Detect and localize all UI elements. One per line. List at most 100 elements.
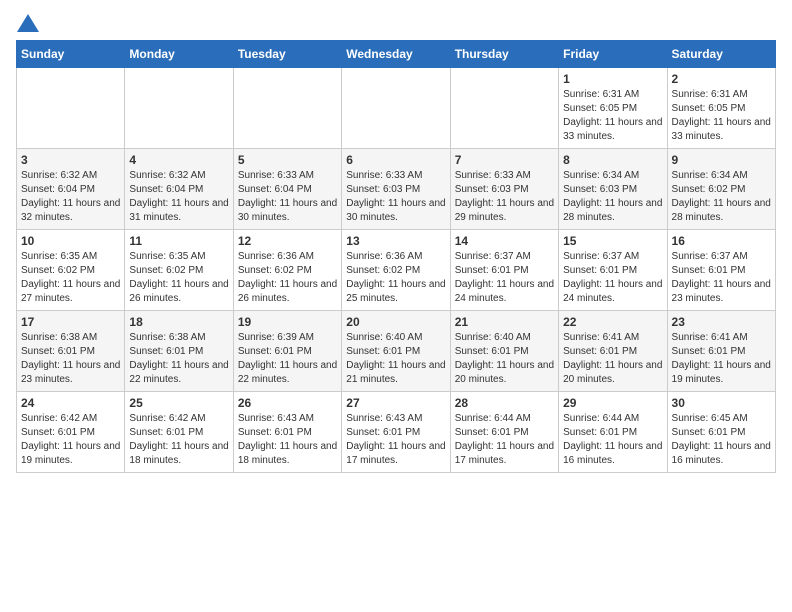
calendar-week-row: 3 Sunrise: 6:32 AM Sunset: 6:04 PM Daylig… (17, 149, 776, 230)
empty-day-cell (233, 68, 341, 149)
calendar-table: SundayMondayTuesdayWednesdayThursdayFrid… (16, 40, 776, 473)
day-number: 2 (672, 72, 771, 86)
day-info: Sunrise: 6:38 AM Sunset: 6:01 PM Dayligh… (21, 331, 120, 387)
day-info: Sunrise: 6:39 AM Sunset: 6:01 PM Dayligh… (238, 331, 337, 387)
day-info: Sunrise: 6:35 AM Sunset: 6:02 PM Dayligh… (129, 250, 228, 306)
calendar-day-cell: 26 Sunrise: 6:43 AM Sunset: 6:01 PM Dayli… (233, 392, 341, 473)
day-info: Sunrise: 6:33 AM Sunset: 6:03 PM Dayligh… (346, 169, 445, 225)
day-info: Sunrise: 6:31 AM Sunset: 6:05 PM Dayligh… (672, 88, 771, 144)
day-info: Sunrise: 6:37 AM Sunset: 6:01 PM Dayligh… (672, 250, 771, 306)
day-number: 6 (346, 153, 445, 167)
day-number: 25 (129, 396, 228, 410)
day-number: 26 (238, 396, 337, 410)
calendar-day-cell: 17 Sunrise: 6:38 AM Sunset: 6:01 PM Dayli… (17, 311, 125, 392)
calendar-day-cell: 25 Sunrise: 6:42 AM Sunset: 6:01 PM Dayli… (125, 392, 233, 473)
day-number: 1 (563, 72, 662, 86)
calendar-week-row: 24 Sunrise: 6:42 AM Sunset: 6:01 PM Dayli… (17, 392, 776, 473)
day-number: 4 (129, 153, 228, 167)
empty-day-cell (342, 68, 450, 149)
day-number: 22 (563, 315, 662, 329)
day-number: 11 (129, 234, 228, 248)
day-number: 23 (672, 315, 771, 329)
calendar-day-cell: 23 Sunrise: 6:41 AM Sunset: 6:01 PM Dayli… (667, 311, 775, 392)
weekday-header-saturday: Saturday (667, 41, 775, 68)
day-info: Sunrise: 6:40 AM Sunset: 6:01 PM Dayligh… (346, 331, 445, 387)
day-info: Sunrise: 6:38 AM Sunset: 6:01 PM Dayligh… (129, 331, 228, 387)
day-number: 8 (563, 153, 662, 167)
weekday-header-tuesday: Tuesday (233, 41, 341, 68)
day-number: 17 (21, 315, 120, 329)
calendar-day-cell: 19 Sunrise: 6:39 AM Sunset: 6:01 PM Dayli… (233, 311, 341, 392)
day-info: Sunrise: 6:34 AM Sunset: 6:02 PM Dayligh… (672, 169, 771, 225)
calendar-day-cell: 28Sunrise: 6:44 AM Sunset: 6:01 PM Dayli… (450, 392, 558, 473)
day-number: 27 (346, 396, 445, 410)
calendar-day-cell: 10Sunrise: 6:35 AM Sunset: 6:02 PM Dayli… (17, 230, 125, 311)
weekday-header-row: SundayMondayTuesdayWednesdayThursdayFrid… (17, 41, 776, 68)
day-number: 21 (455, 315, 554, 329)
weekday-header-monday: Monday (125, 41, 233, 68)
day-info: Sunrise: 6:34 AM Sunset: 6:03 PM Dayligh… (563, 169, 662, 225)
page-header (16, 16, 776, 28)
calendar-week-row: 17 Sunrise: 6:38 AM Sunset: 6:01 PM Dayli… (17, 311, 776, 392)
day-info: Sunrise: 6:43 AM Sunset: 6:01 PM Dayligh… (346, 412, 445, 468)
day-info: Sunrise: 6:37 AM Sunset: 6:01 PM Dayligh… (563, 250, 662, 306)
day-number: 14 (455, 234, 554, 248)
day-number: 13 (346, 234, 445, 248)
day-number: 15 (563, 234, 662, 248)
calendar-day-cell: 21 Sunrise: 6:40 AM Sunset: 6:01 PM Dayli… (450, 311, 558, 392)
day-number: 5 (238, 153, 337, 167)
weekday-header-thursday: Thursday (450, 41, 558, 68)
day-info: Sunrise: 6:31 AM Sunset: 6:05 PM Dayligh… (563, 88, 662, 144)
calendar-day-cell: 20 Sunrise: 6:40 AM Sunset: 6:01 PM Dayli… (342, 311, 450, 392)
calendar-day-cell: 16 Sunrise: 6:37 AM Sunset: 6:01 PM Dayli… (667, 230, 775, 311)
day-info: Sunrise: 6:41 AM Sunset: 6:01 PM Dayligh… (563, 331, 662, 387)
calendar-day-cell: 27 Sunrise: 6:43 AM Sunset: 6:01 PM Dayli… (342, 392, 450, 473)
calendar-day-cell: 9 Sunrise: 6:34 AM Sunset: 6:02 PM Daylig… (667, 149, 775, 230)
calendar-day-cell: 15 Sunrise: 6:37 AM Sunset: 6:01 PM Dayli… (559, 230, 667, 311)
calendar-day-cell: 7 Sunrise: 6:33 AM Sunset: 6:03 PM Daylig… (450, 149, 558, 230)
day-info: Sunrise: 6:37 AM Sunset: 6:01 PM Dayligh… (455, 250, 554, 306)
calendar-day-cell: 8 Sunrise: 6:34 AM Sunset: 6:03 PM Daylig… (559, 149, 667, 230)
day-number: 9 (672, 153, 771, 167)
calendar-week-row: 10Sunrise: 6:35 AM Sunset: 6:02 PM Dayli… (17, 230, 776, 311)
empty-day-cell (450, 68, 558, 149)
calendar-day-cell: 13 Sunrise: 6:36 AM Sunset: 6:02 PM Dayli… (342, 230, 450, 311)
day-info: Sunrise: 6:40 AM Sunset: 6:01 PM Dayligh… (455, 331, 554, 387)
calendar-day-cell: 2 Sunrise: 6:31 AM Sunset: 6:05 PM Daylig… (667, 68, 775, 149)
weekday-header-friday: Friday (559, 41, 667, 68)
day-info: Sunrise: 6:36 AM Sunset: 6:02 PM Dayligh… (238, 250, 337, 306)
day-number: 19 (238, 315, 337, 329)
calendar-day-cell: 18Sunrise: 6:38 AM Sunset: 6:01 PM Dayli… (125, 311, 233, 392)
calendar-day-cell: 30Sunrise: 6:45 AM Sunset: 6:01 PM Dayli… (667, 392, 775, 473)
day-number: 16 (672, 234, 771, 248)
day-info: Sunrise: 6:33 AM Sunset: 6:03 PM Dayligh… (455, 169, 554, 225)
calendar-day-cell: 4 Sunrise: 6:32 AM Sunset: 6:04 PM Daylig… (125, 149, 233, 230)
calendar-day-cell: 24Sunrise: 6:42 AM Sunset: 6:01 PM Dayli… (17, 392, 125, 473)
calendar-day-cell: 1 Sunrise: 6:31 AM Sunset: 6:05 PM Daylig… (559, 68, 667, 149)
day-info: Sunrise: 6:44 AM Sunset: 6:01 PM Dayligh… (563, 412, 662, 468)
day-number: 24 (21, 396, 120, 410)
logo (16, 16, 39, 28)
day-info: Sunrise: 6:41 AM Sunset: 6:01 PM Dayligh… (672, 331, 771, 387)
day-info: Sunrise: 6:35 AM Sunset: 6:02 PM Dayligh… (21, 250, 120, 306)
day-number: 29 (563, 396, 662, 410)
day-number: 7 (455, 153, 554, 167)
day-info: Sunrise: 6:36 AM Sunset: 6:02 PM Dayligh… (346, 250, 445, 306)
calendar-day-cell: 5 Sunrise: 6:33 AM Sunset: 6:04 PM Daylig… (233, 149, 341, 230)
calendar-day-cell: 3 Sunrise: 6:32 AM Sunset: 6:04 PM Daylig… (17, 149, 125, 230)
logo-icon (17, 14, 39, 32)
weekday-header-wednesday: Wednesday (342, 41, 450, 68)
empty-day-cell (125, 68, 233, 149)
day-number: 3 (21, 153, 120, 167)
calendar-day-cell: 11 Sunrise: 6:35 AM Sunset: 6:02 PM Dayli… (125, 230, 233, 311)
calendar-day-cell: 29 Sunrise: 6:44 AM Sunset: 6:01 PM Dayli… (559, 392, 667, 473)
day-number: 20 (346, 315, 445, 329)
day-info: Sunrise: 6:33 AM Sunset: 6:04 PM Dayligh… (238, 169, 337, 225)
day-info: Sunrise: 6:43 AM Sunset: 6:01 PM Dayligh… (238, 412, 337, 468)
empty-day-cell (17, 68, 125, 149)
day-info: Sunrise: 6:32 AM Sunset: 6:04 PM Dayligh… (129, 169, 228, 225)
day-info: Sunrise: 6:42 AM Sunset: 6:01 PM Dayligh… (129, 412, 228, 468)
calendar-day-cell: 6 Sunrise: 6:33 AM Sunset: 6:03 PM Daylig… (342, 149, 450, 230)
day-info: Sunrise: 6:32 AM Sunset: 6:04 PM Dayligh… (21, 169, 120, 225)
calendar-day-cell: 22 Sunrise: 6:41 AM Sunset: 6:01 PM Dayli… (559, 311, 667, 392)
